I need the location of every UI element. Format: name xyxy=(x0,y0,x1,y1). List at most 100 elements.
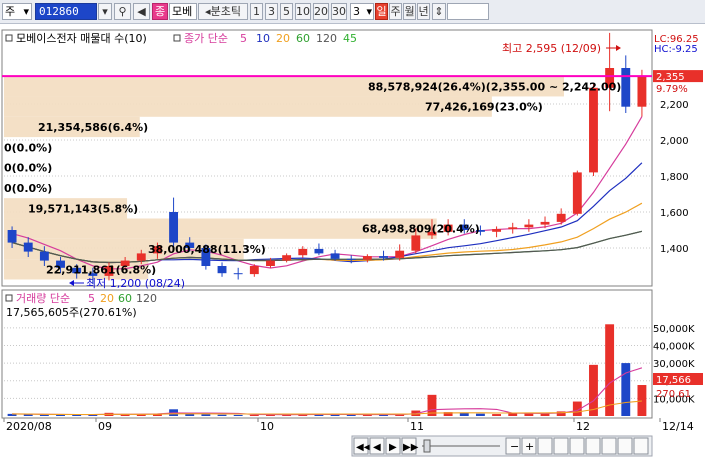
candle-body xyxy=(379,256,388,258)
plus-icon: + xyxy=(525,440,534,453)
price-tick-label: 1,800 xyxy=(660,172,689,183)
count-input[interactable] xyxy=(447,3,489,20)
ma-60-label: 60 xyxy=(296,32,310,45)
search-button[interactable]: ⚲ xyxy=(114,3,131,20)
period-5-button[interactable]: 5 xyxy=(280,3,293,20)
sound-button[interactable]: ◀ xyxy=(133,3,150,20)
speaker-icon: ◀ xyxy=(137,5,146,18)
search-icon: ⚲ xyxy=(118,5,127,18)
monthly-button[interactable]: 월 xyxy=(403,3,416,20)
candle-body xyxy=(217,266,227,274)
price-tick-label: 1,600 xyxy=(660,208,689,219)
volume-pct-text: 270.61 xyxy=(656,389,691,400)
date-label: 10 xyxy=(260,420,274,433)
period-30-button[interactable]: 30 xyxy=(331,3,347,20)
jung-button[interactable]: 종 xyxy=(152,3,168,20)
tool-button-5[interactable] xyxy=(601,437,617,455)
volume-bar xyxy=(508,413,518,416)
tool-button-1[interactable] xyxy=(537,437,553,455)
profile-label: 38,000,488(11.3%) xyxy=(148,243,266,256)
candle-body xyxy=(298,248,308,256)
first-icon: ◀◀ xyxy=(356,442,372,453)
period-select[interactable]: 3 ▾ xyxy=(350,3,374,20)
tool-button-6[interactable] xyxy=(617,437,633,455)
candle-body xyxy=(282,255,292,261)
candle-body xyxy=(233,273,243,275)
high-note: 최고 2,595 (12/09) xyxy=(502,42,601,55)
price-tick-label: 2,200 xyxy=(660,100,689,111)
volume-tick-label: 50,000K xyxy=(653,324,695,335)
volume-bar xyxy=(72,414,82,416)
price-tick-label: 1,400 xyxy=(660,244,689,255)
ma-45-label: 45 xyxy=(343,32,357,45)
last-volume-label: 17,565,605주(270.61%) xyxy=(6,306,137,319)
volume-bar xyxy=(492,414,502,416)
profile-bar xyxy=(4,96,492,117)
intraday-button[interactable]: ◂분초틱 xyxy=(198,3,248,20)
period-select-value: 3 xyxy=(353,5,360,18)
candle-body xyxy=(589,87,598,173)
period-20-button[interactable]: 20 xyxy=(313,3,329,20)
candle-body xyxy=(540,221,550,225)
chart-window: 주 ▾ 012860 ▾ ⚲ ◀ 종 모베 ◂분초틱 1 3 5 10 20 30… xyxy=(0,0,705,459)
weekly-button[interactable]: 주 xyxy=(389,3,402,20)
prev-icon: ◀ xyxy=(373,442,381,453)
candle-body xyxy=(524,224,534,228)
volume-bar xyxy=(233,414,243,416)
candle-body xyxy=(169,212,179,243)
chevron-down-icon: ▾ xyxy=(102,5,108,18)
period-3-button[interactable]: 3 xyxy=(265,3,278,20)
candle-body xyxy=(492,229,502,232)
tool-button-4[interactable] xyxy=(585,437,601,455)
vma-60-label: 60 xyxy=(118,292,132,305)
period-1-button[interactable]: 1 xyxy=(250,3,263,20)
daily-button[interactable]: 일 xyxy=(375,3,388,20)
candle-body xyxy=(572,172,582,214)
zoom-slider-handle[interactable] xyxy=(423,439,431,453)
vma-5-label: 5 xyxy=(88,292,95,305)
last-icon: ▶▶ xyxy=(403,442,419,453)
candle-body xyxy=(266,260,275,266)
volume-bar xyxy=(605,324,615,416)
profile-label: 19,571,143(5.8%) xyxy=(28,202,138,215)
ma-5-label: 5 xyxy=(240,32,247,45)
candle-body xyxy=(362,256,372,260)
code-dropdown-button[interactable]: ▾ xyxy=(98,3,112,20)
market-type-select[interactable]: 주 ▾ xyxy=(2,3,32,20)
period-10-button[interactable]: 10 xyxy=(295,3,311,20)
stock-name-box: 모베 xyxy=(169,3,197,20)
tool-button-3[interactable] xyxy=(569,437,585,455)
date-label: 11 xyxy=(410,420,424,433)
volume-tick-label: 40,000K xyxy=(653,341,695,352)
vma-120-label: 120 xyxy=(136,292,157,305)
dropdown-arrow-icon: ▾ xyxy=(366,5,372,18)
ma-label: 종가 단순 xyxy=(184,32,228,45)
date-label: 12 xyxy=(576,420,590,433)
candle-body xyxy=(7,230,17,243)
volume-bar xyxy=(637,385,647,416)
profile-label: 21,354,586(6.4%) xyxy=(38,121,148,134)
intraday-label: 분초틱 xyxy=(210,5,241,18)
profile-label: 68,498,809(20.4%) xyxy=(362,223,480,236)
ma-10-label: 10 xyxy=(256,32,270,45)
updown-button[interactable]: ⇕ xyxy=(432,3,446,20)
candle-body xyxy=(314,248,324,254)
tool-button-7[interactable] xyxy=(633,437,649,455)
tool-button-2[interactable] xyxy=(553,437,569,455)
volume-bar xyxy=(475,413,485,416)
volume-badge-text: 17,566 xyxy=(656,375,691,386)
low-note: 최저 1,200 (08/24) xyxy=(86,277,185,290)
candle-body xyxy=(39,251,49,261)
yearly-button[interactable]: 년 xyxy=(417,3,430,20)
profile-label: 88,578,924(26.4%)(2,355.00 ~ 2,242.00) xyxy=(368,80,621,93)
profile-label: 0(0.0%) xyxy=(4,162,52,175)
last-price-text: 2,355 xyxy=(656,72,685,83)
profile-label: 0(0.0%) xyxy=(4,141,52,154)
candle-body xyxy=(637,76,647,107)
up-down-arrow-icon: ⇕ xyxy=(434,5,444,18)
market-type-value: 주 xyxy=(5,5,16,18)
next-icon: ▶ xyxy=(389,442,397,453)
hc-label: HC:-9.25 xyxy=(654,44,698,55)
chart-scrollbar[interactable]: ◀◀ ◀ ▶ ▶▶ − + xyxy=(351,435,653,457)
stock-code-input[interactable]: 012860 xyxy=(35,3,97,20)
